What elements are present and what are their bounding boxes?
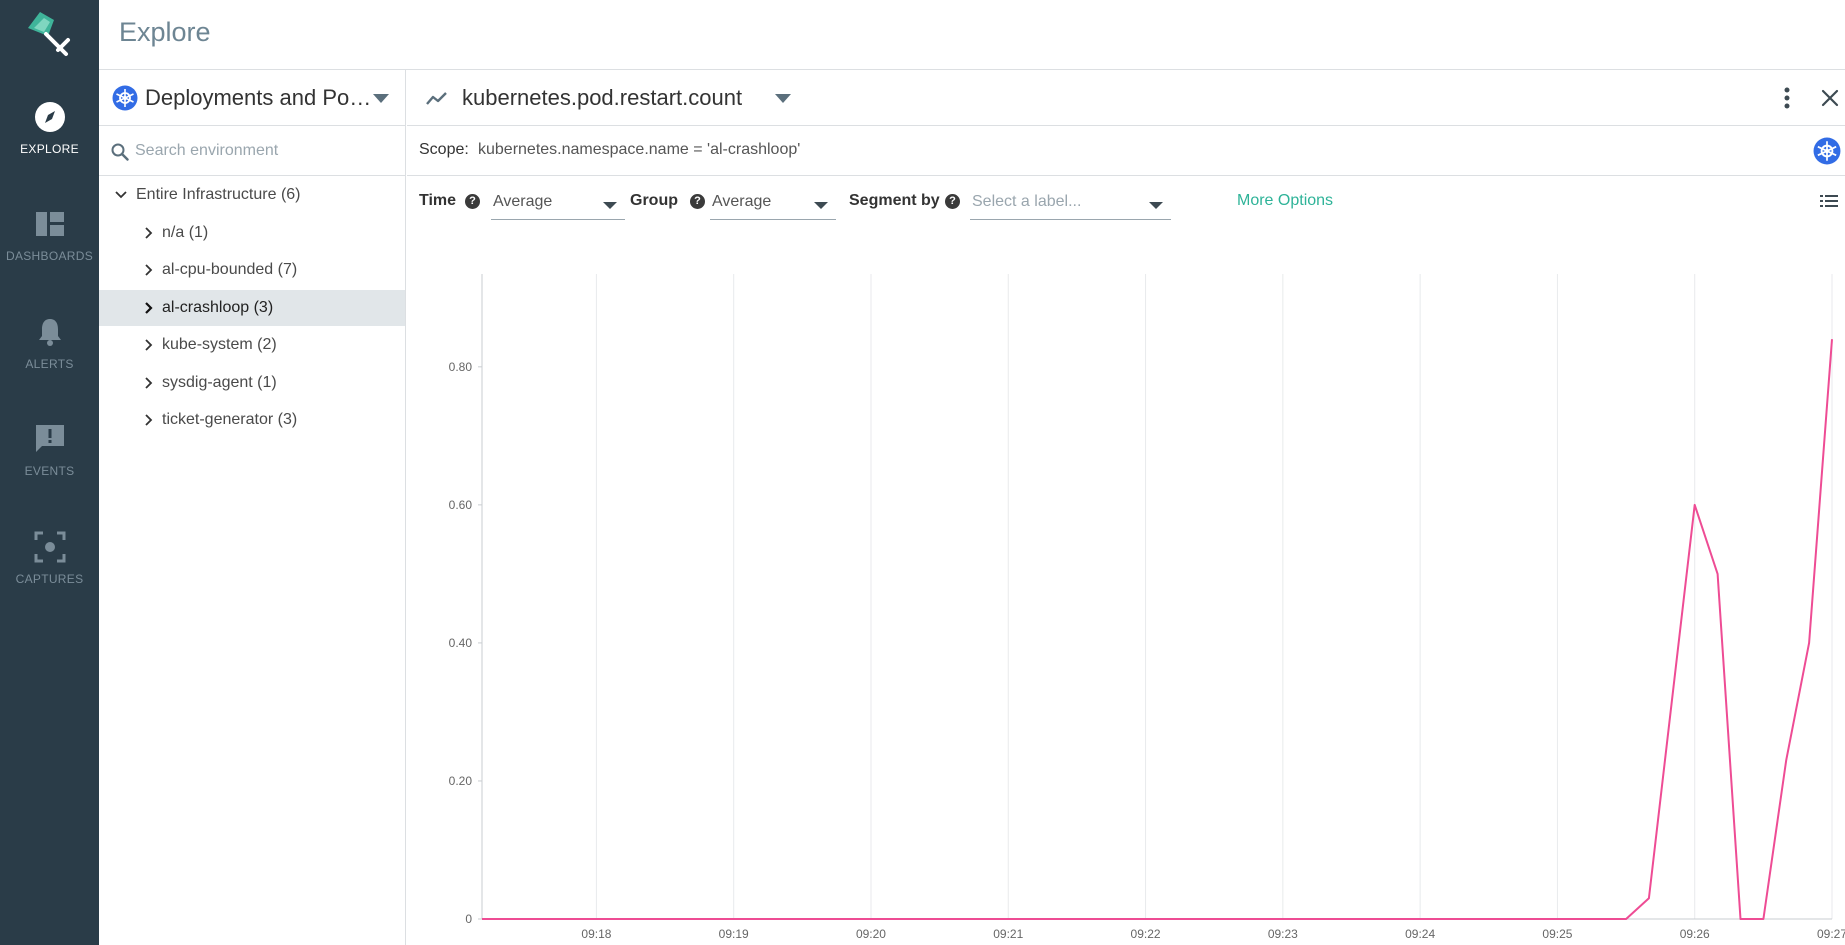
chevron-down-icon bbox=[603, 202, 617, 209]
search-icon bbox=[111, 143, 129, 161]
tree-item-label: al-cpu-bounded (7) bbox=[162, 261, 298, 278]
nav-item-events[interactable]: EVENTS bbox=[0, 422, 99, 512]
search-input[interactable] bbox=[135, 139, 390, 163]
environment-selector[interactable]: Deployments and Po… bbox=[99, 70, 405, 126]
chevron-down-icon bbox=[373, 94, 389, 103]
chevron-right-icon[interactable] bbox=[142, 338, 156, 352]
scope-bar: Scope: kubernetes.namespace.name = 'al-c… bbox=[407, 126, 1845, 176]
group-label: Group bbox=[630, 192, 678, 209]
y-tick-label: 0.80 bbox=[449, 360, 473, 374]
list-icon[interactable] bbox=[1820, 194, 1838, 208]
top-header: Explore bbox=[99, 0, 1845, 70]
kubernetes-icon bbox=[1813, 137, 1841, 165]
kubernetes-icon bbox=[112, 85, 138, 111]
tree-item-al-cpu-bounded[interactable]: al-cpu-bounded (7) bbox=[99, 252, 405, 288]
chevron-right-icon[interactable] bbox=[142, 226, 156, 240]
series-line[interactable] bbox=[482, 339, 1833, 920]
metric-chart[interactable]: 09:18 09:19 09:20 09:21 09:22 09:23 09:24 09:25… bbox=[407, 226, 1845, 945]
group-help-icon[interactable]: ? bbox=[690, 194, 705, 209]
more-vertical-icon[interactable] bbox=[1782, 86, 1792, 110]
nav-label-captures: CAPTURES bbox=[15, 572, 84, 586]
more-options-link[interactable]: More Options bbox=[1237, 192, 1333, 210]
page-title: Explore bbox=[119, 17, 211, 47]
close-icon[interactable] bbox=[1820, 88, 1840, 108]
x-tick-label: 09:18 bbox=[581, 927, 611, 941]
tree-item-label: kube-system (2) bbox=[162, 336, 277, 353]
time-help-icon[interactable]: ? bbox=[465, 194, 480, 209]
x-tick-label: 09:26 bbox=[1680, 927, 1710, 941]
x-tick-label: 09:24 bbox=[1405, 927, 1435, 941]
y-tick-label: 0.40 bbox=[449, 636, 473, 650]
time-label: Time bbox=[419, 192, 457, 209]
group-aggregation-value: Average bbox=[712, 193, 772, 210]
metric-dropdown-chevron-icon[interactable] bbox=[775, 94, 791, 103]
tree-item-label: al-crashloop (3) bbox=[162, 299, 274, 316]
metric-header: kubernetes.pod.restart.count bbox=[407, 70, 1845, 126]
tree-item-al-crashloop[interactable]: al-crashloop (3) bbox=[99, 290, 405, 326]
tree-item-label: n/a (1) bbox=[162, 224, 209, 241]
segment-by-label: Segment by bbox=[849, 192, 940, 209]
x-tick-label: 09:21 bbox=[993, 927, 1023, 941]
tree-item-ticket-generator[interactable]: ticket-generator (3) bbox=[99, 402, 405, 438]
chevron-right-icon[interactable] bbox=[142, 413, 156, 427]
chevron-right-icon[interactable] bbox=[142, 263, 156, 277]
tree-item-sysdig-agent[interactable]: sysdig-agent (1) bbox=[99, 365, 405, 401]
tree-root-label: Entire Infrastructure (6) bbox=[136, 186, 301, 203]
time-aggregation-select[interactable]: Average bbox=[491, 188, 625, 220]
chevron-down-icon[interactable] bbox=[114, 188, 128, 202]
nav-label-explore: EXPLORE bbox=[20, 142, 79, 156]
x-tick-label: 09:25 bbox=[1542, 927, 1572, 941]
nav-item-captures[interactable]: CAPTURES bbox=[0, 530, 99, 620]
sysdig-logo[interactable] bbox=[24, 8, 74, 58]
tree-item-label: sysdig-agent (1) bbox=[162, 374, 277, 391]
chevron-down-icon bbox=[1149, 202, 1163, 209]
segment-by-select[interactable]: Select a label... bbox=[970, 188, 1171, 220]
bell-icon bbox=[38, 319, 61, 346]
line-chart-icon bbox=[426, 92, 447, 105]
capture-icon bbox=[34, 531, 65, 563]
metric-options-bar: Time ? Average Group ? Average Segment b… bbox=[407, 176, 1845, 226]
x-tick-label: 09:23 bbox=[1268, 927, 1298, 941]
dashboard-icon bbox=[35, 212, 64, 236]
scope-value[interactable]: kubernetes.namespace.name = 'al-crashloo… bbox=[478, 141, 800, 159]
x-tick-label: 09:27 bbox=[1817, 927, 1845, 941]
environment-panel: Deployments and Po… Entire Infrastructur… bbox=[99, 70, 406, 945]
y-tick-label: 0 bbox=[465, 912, 472, 926]
group-aggregation-select[interactable]: Average bbox=[710, 188, 836, 220]
left-nav: EXPLORE DASHBOARDS ALERTS EVENTS CAPTURE… bbox=[0, 0, 99, 945]
environment-title: Deployments and Po… bbox=[145, 85, 372, 110]
tree-item-kube-system[interactable]: kube-system (2) bbox=[99, 327, 405, 363]
scope-label: Scope: bbox=[419, 141, 469, 158]
tree-root-entire-infrastructure[interactable]: Entire Infrastructure (6) bbox=[99, 177, 405, 213]
nav-item-alerts[interactable]: ALERTS bbox=[0, 315, 99, 405]
chevron-down-icon bbox=[814, 202, 828, 209]
y-tick-label: 0.60 bbox=[449, 498, 473, 512]
nav-item-dashboards[interactable]: DASHBOARDS bbox=[0, 207, 99, 297]
chevron-right-icon[interactable] bbox=[142, 376, 156, 390]
environment-search bbox=[99, 126, 405, 176]
x-tick-label: 09:19 bbox=[719, 927, 749, 941]
nav-label-alerts: ALERTS bbox=[25, 357, 74, 371]
x-tick-label: 09:20 bbox=[856, 927, 886, 941]
tree-item-label: ticket-generator (3) bbox=[162, 411, 298, 428]
tree-item-na[interactable]: n/a (1) bbox=[99, 215, 405, 251]
y-tick-label: 0.20 bbox=[449, 774, 473, 788]
nav-label-dashboards: DASHBOARDS bbox=[5, 249, 94, 263]
nav-item-explore[interactable]: EXPLORE bbox=[0, 100, 99, 190]
x-tick-label: 09:22 bbox=[1131, 927, 1161, 941]
time-aggregation-value: Average bbox=[493, 193, 553, 210]
chevron-right-icon[interactable] bbox=[142, 301, 156, 315]
compass-icon bbox=[34, 102, 65, 132]
event-message-icon bbox=[35, 425, 64, 452]
segment-by-placeholder: Select a label... bbox=[972, 193, 1082, 210]
nav-label-events: EVENTS bbox=[24, 464, 75, 478]
segment-help-icon[interactable]: ? bbox=[945, 194, 960, 209]
metric-name[interactable]: kubernetes.pod.restart.count bbox=[462, 85, 742, 111]
